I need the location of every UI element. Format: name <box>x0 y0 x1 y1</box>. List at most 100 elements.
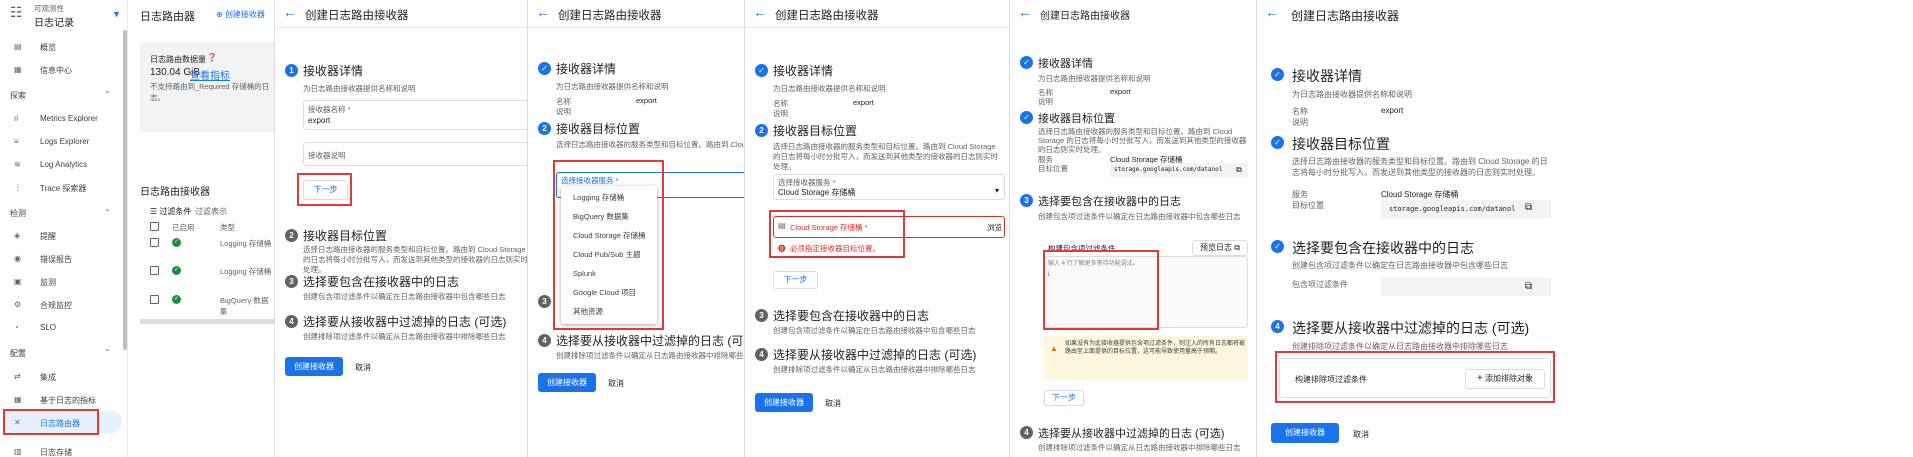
next-button[interactable]: 下一步 <box>1044 390 1084 406</box>
back-arrow-icon[interactable]: ← <box>753 4 767 20</box>
check-icon: ✓ <box>1271 136 1284 149</box>
sink-name-input[interactable]: export <box>308 116 330 125</box>
chevron-up-icon[interactable]: ⌃ <box>104 348 111 357</box>
bell-icon: ◈ <box>14 231 21 240</box>
preview-logs-button[interactable]: 预览日志 ⧉ <box>1192 240 1248 256</box>
row-checkbox[interactable] <box>150 266 159 275</box>
step-number-3: 3 <box>538 295 551 308</box>
sidebar-scrollbar[interactable] <box>123 30 127 350</box>
col-type: 类型 <box>220 223 235 232</box>
filter-input[interactable]: 过滤表示 <box>195 206 227 217</box>
sidebar-item-integrations[interactable]: 集成 <box>40 372 56 383</box>
step-number-2: 2 <box>285 229 298 242</box>
cancel-button[interactable]: 取消 <box>355 362 371 373</box>
table-row[interactable]: BigQuery 数据集 <box>220 295 274 317</box>
step1-desc: 为日志路由接收器提供名称和说明 <box>1292 90 1412 99</box>
sidebar-item-slo[interactable]: SLO <box>40 323 56 332</box>
step2-title: 接收器目标位置 <box>303 229 388 243</box>
create-sink-button[interactable]: 创建接收器 <box>538 373 596 392</box>
step1-title: 接收器详情 <box>556 62 617 76</box>
table-scrollbar[interactable] <box>140 319 274 324</box>
sidebar: ☷ 可观测性 日志记录 ▼ ▤ 概览 ▦ 信息中心 探索 ⌃ ıl Metric… <box>0 0 128 457</box>
back-arrow-icon[interactable]: ← <box>1265 4 1279 20</box>
enabled-check-icon: ✓ <box>172 266 181 275</box>
dashboard-icon: ▤ <box>14 42 22 51</box>
summary-desc-key: 说明 <box>1038 97 1053 106</box>
slo-icon: ◔ <box>14 323 19 332</box>
trace-icon: ⋮ <box>14 183 22 192</box>
filter-icon[interactable]: ☰ 过滤条件 <box>150 206 191 217</box>
grid-icon: ▦ <box>14 65 22 74</box>
sidebar-item-overview[interactable]: 概览 <box>40 42 56 53</box>
sidebar-item-error-reporting[interactable]: 错误报告 <box>40 254 72 265</box>
step2-title: 接收器目标位置 <box>556 122 641 136</box>
step4-title: 选择要从接收器中过滤掉的日志 (可选) <box>556 334 745 348</box>
service-select-value: Cloud Storage 存储桶 <box>778 188 856 197</box>
sidebar-item-metrics-explorer[interactable]: Metrics Explorer <box>40 114 98 123</box>
highlight-box <box>769 210 905 258</box>
back-arrow-icon[interactable]: ← <box>1018 4 1032 20</box>
table-row[interactable]: Logging 存储桶 <box>220 266 271 277</box>
row-checkbox[interactable] <box>150 238 159 247</box>
copy-icon[interactable]: ⧉ <box>1525 202 1532 213</box>
back-arrow-icon[interactable]: ← <box>536 4 550 20</box>
step-number-4: 4 <box>285 315 298 328</box>
volume-label: 日志路由数据量 <box>150 55 206 64</box>
sidebar-item-alerts[interactable]: 提醒 <box>40 231 56 242</box>
browse-button[interactable]: 浏览 <box>987 222 1002 233</box>
pin-icon[interactable]: ▼ <box>112 9 121 19</box>
inclusion-filter-key: 包含项过滤条件 <box>1292 280 1348 289</box>
chevron-up-icon[interactable]: ⌃ <box>104 208 111 217</box>
sidebar-section-config: 配置 <box>10 349 26 358</box>
compliance-icon: ⚙ <box>14 300 22 309</box>
step2-desc: 选择日志路由接收器的服务类型和目标位置。路由到 Cloud Storage 的日… <box>556 140 744 149</box>
copy-icon[interactable]: ⧉ <box>1236 165 1242 175</box>
view-metrics-link[interactable]: 查看指标 <box>190 67 230 82</box>
next-button[interactable]: 下一步 <box>773 271 818 289</box>
col-enabled: 已启用 <box>172 223 195 232</box>
step-number-4: 4 <box>538 334 551 347</box>
step2-desc: 选择日志路由接收器的服务类型和目标位置。路由到 Cloud Storage 的日… <box>773 142 998 171</box>
sidebar-item-log-based-metrics[interactable]: 基于日志的指标 <box>40 395 96 406</box>
sidebar-item-monitoring[interactable]: 监测 <box>40 277 56 288</box>
metrics-icon: ıl <box>14 114 18 123</box>
enabled-check-icon: ✓ <box>172 295 181 304</box>
sidebar-section-detect: 检测 <box>10 209 26 218</box>
summary-name-value: export <box>636 96 657 105</box>
sidebar-item-trace-explorer[interactable]: Trace 探索器 <box>40 183 86 194</box>
step3-title: 选择要包含在接收器中的日志 <box>303 275 460 289</box>
step3-desc: 创建包含项过滤条件以确定在日志路由接收器中包含哪些日志 <box>303 292 506 301</box>
summary-name-value: export <box>853 98 874 107</box>
sidebar-item-compliance[interactable]: 合规监控 <box>40 300 72 311</box>
row-checkbox[interactable] <box>150 295 159 304</box>
step3-title: 选择要包含在接收器中的日志 <box>1038 196 1181 208</box>
page-title: 创建日志路由接收器 <box>1291 9 1400 23</box>
storage-icon: ▥ <box>14 447 22 456</box>
create-sink-button[interactable]: 创建接收器 <box>285 357 343 376</box>
summary-service-key: 服务 <box>1292 190 1308 199</box>
cancel-button[interactable]: 取消 <box>608 378 624 389</box>
create-sink-button[interactable]: 创建接收器 <box>755 393 813 412</box>
sidebar-item-log-storage[interactable]: 日志存储 <box>40 447 72 457</box>
create-sink-link[interactable]: ⊕ 创建接收器 <box>216 9 265 20</box>
page-title: 创建日志路由接收器 <box>775 10 879 22</box>
step-number-3: 3 <box>755 309 768 322</box>
select-all-checkbox[interactable] <box>150 222 159 231</box>
integration-icon: ⇄ <box>14 372 21 381</box>
cancel-button[interactable]: 取消 <box>1353 429 1369 440</box>
back-arrow-icon[interactable]: ← <box>283 4 297 20</box>
sidebar-item-log-analytics[interactable]: Log Analytics <box>40 160 87 169</box>
table-row[interactable]: Logging 存储桶 <box>220 238 271 249</box>
step-number-3: 3 <box>285 275 298 288</box>
chevron-up-icon[interactable]: ⌃ <box>104 90 111 99</box>
summary-target-key: 目标位置 <box>1038 164 1068 173</box>
chevron-down-icon[interactable]: ▾ <box>995 186 999 195</box>
sink-name-label: 接收器名称 * <box>308 105 351 114</box>
cancel-button[interactable]: 取消 <box>825 398 841 409</box>
sidebar-item-logs-explorer[interactable]: Logs Explorer <box>40 137 89 146</box>
create-sink-button[interactable]: 创建接收器 <box>1271 423 1339 443</box>
page-title: 创建日志路由接收器 <box>305 10 409 22</box>
sidebar-item-dashboards[interactable]: 信息中心 <box>40 65 72 76</box>
sink-desc-input[interactable]: 接收器说明 <box>308 150 346 161</box>
copy-icon[interactable]: ⧉ <box>1525 281 1532 292</box>
